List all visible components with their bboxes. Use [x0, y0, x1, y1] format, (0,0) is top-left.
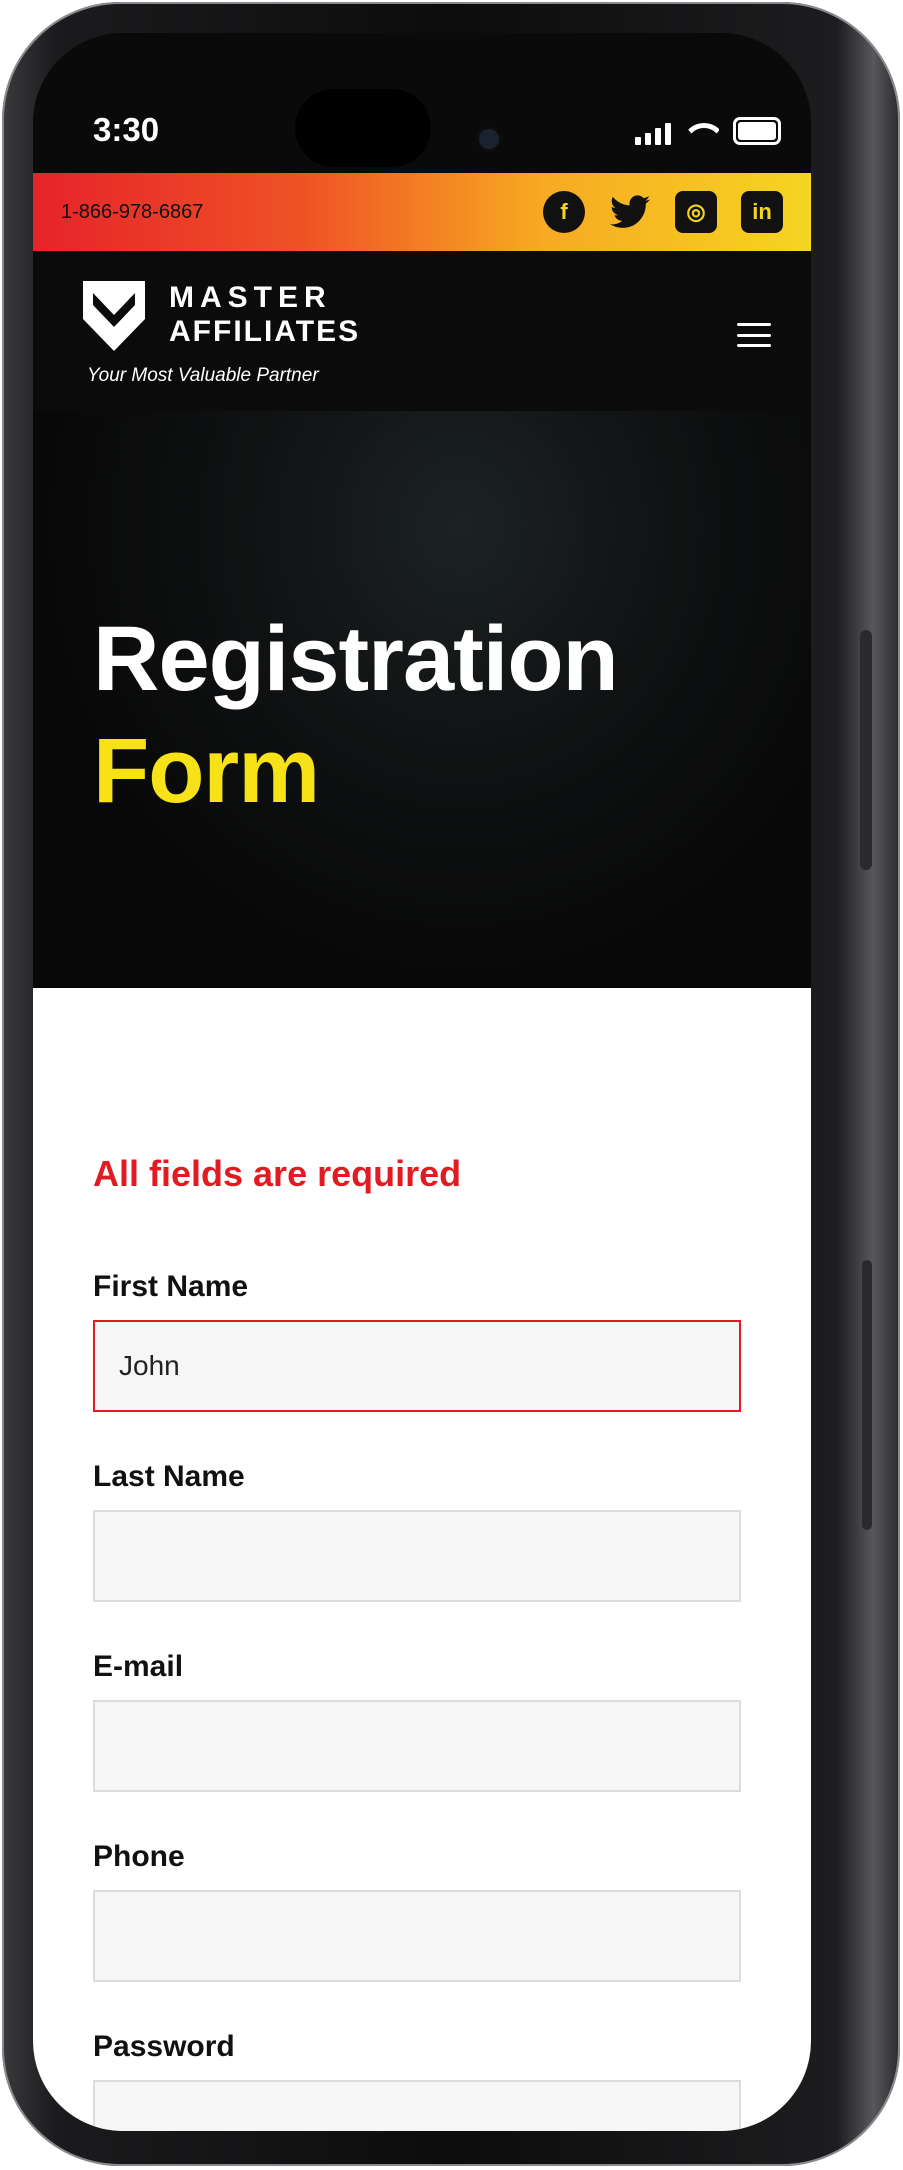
tagline: Your Most Valuable Partner — [87, 365, 319, 386]
logo-line-master: MASTER — [169, 281, 332, 314]
password-label: Password — [93, 2030, 235, 2063]
required-fields-note: All fields are required — [93, 1153, 462, 1194]
battery-icon — [733, 117, 781, 145]
camera-icon — [479, 129, 499, 149]
page-title: Registration Form — [93, 603, 619, 827]
contact-bar: 1-866-978-6867 f ◎ in — [33, 173, 811, 251]
linkedin-icon[interactable]: in — [741, 191, 783, 233]
last-name-label: Last Name — [93, 1460, 245, 1493]
email-field[interactable] — [93, 1700, 741, 1792]
menu-icon[interactable] — [737, 323, 771, 347]
wifi-icon — [685, 121, 719, 145]
power-button — [862, 1260, 872, 1530]
site-header: MASTER AFFILIATES Your Most Valuable Par… — [33, 251, 811, 411]
action-button — [860, 630, 872, 870]
email-label: E-mail — [93, 1650, 184, 1683]
twitter-icon[interactable] — [609, 191, 651, 233]
phone-screen: 3:30 1-866-978-6867 f ◎ in MASTER AFFILI… — [33, 33, 811, 2131]
phone-field[interactable] — [93, 1890, 741, 1982]
logo-wordmark[interactable]: MASTER AFFILIATES — [169, 281, 360, 349]
page-title-line1: Registration — [93, 608, 619, 710]
status-time: 3:30 — [93, 111, 160, 148]
system-icons — [635, 117, 781, 145]
status-bar: 3:30 — [33, 33, 811, 173]
logo-line-affiliates: AFFILIATES — [169, 315, 361, 348]
phone-label: Phone — [93, 1840, 185, 1873]
page-title-line2: Form — [93, 720, 320, 822]
facebook-icon[interactable]: f — [543, 191, 585, 233]
logo-icon[interactable] — [83, 281, 145, 351]
social-links: f ◎ in — [543, 191, 783, 233]
hero-banner: Registration Form — [33, 411, 811, 988]
phone-number-link[interactable]: 1-866-978-6867 — [61, 201, 203, 224]
dynamic-island — [295, 89, 431, 167]
first-name-field[interactable] — [93, 1320, 741, 1412]
instagram-icon[interactable]: ◎ — [675, 191, 717, 233]
signal-icon — [635, 123, 671, 145]
registration-form: All fields are required First Name Last … — [33, 988, 811, 2131]
password-field[interactable] — [93, 2080, 741, 2131]
first-name-label: First Name — [93, 1270, 249, 1303]
last-name-field[interactable] — [93, 1510, 741, 1602]
